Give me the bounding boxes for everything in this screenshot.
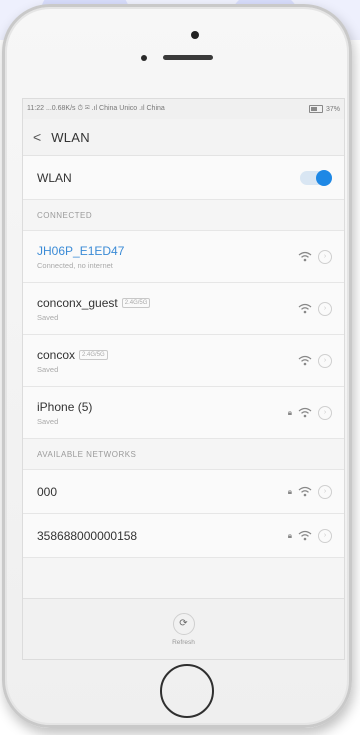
network-status: Saved (37, 364, 59, 374)
battery-icon (308, 105, 323, 113)
status-right: 37% (308, 105, 340, 113)
network-text: concox 2.4G/5G Saved (37, 348, 108, 374)
network-text: iPhone (5) Saved (37, 400, 92, 426)
wifi-signal-icon (298, 355, 312, 366)
network-details-icon[interactable]: › (318, 301, 332, 316)
wlan-toggle-switch[interactable] (300, 169, 332, 186)
network-row[interactable]: iPhone (5) Saved 🔒︎ › (23, 387, 344, 439)
network-name: 000 (37, 484, 58, 499)
network-status: Connected, no internet (37, 260, 113, 270)
network-row[interactable]: JH06P_E1ED47 Connected, no internet › (23, 231, 344, 283)
network-name-text: conconx_guest (37, 295, 118, 310)
network-name: JH06P_E1ED47 (37, 243, 125, 258)
wifi-signal-icon (298, 407, 312, 418)
proximity-sensor (141, 55, 147, 61)
wifi-signal-icon (298, 486, 312, 497)
wlan-toggle-label: WLAN (37, 170, 72, 185)
lock-icon: 🔒︎ (287, 407, 292, 417)
back-chevron-icon[interactable]: < (33, 129, 41, 145)
network-name: 358688000000158 (37, 528, 138, 543)
lock-icon: 🔒︎ (287, 530, 292, 540)
page-title: WLAN (51, 129, 90, 145)
toggle-knob (316, 169, 332, 186)
front-camera (191, 31, 199, 39)
lock-icon: 🔒︎ (287, 486, 292, 496)
section-header-connected: CONNECTED (23, 200, 344, 231)
wifi-signal-icon (298, 251, 312, 262)
network-name: iPhone (5) (37, 399, 93, 414)
refresh-icon[interactable]: ⟳ (172, 612, 195, 635)
network-icons: 🔒︎ › (287, 405, 332, 420)
bottom-action-bar: ⟳ Refresh (23, 598, 344, 659)
status-left: 11:22 ...0.68K/s ⏱ ✉ .ıl China Unico .ıl… (27, 105, 165, 112)
network-icons: 🔒︎ › (287, 484, 332, 499)
phone-screen: 11:22 ...0.68K/s ⏱ ✉ .ıl China Unico .ıl… (22, 98, 345, 660)
title-bar: < WLAN (23, 119, 344, 156)
home-button[interactable] (160, 664, 214, 718)
network-row[interactable]: 358688000000158 🔒︎ › (23, 514, 344, 558)
wlan-toggle-row[interactable]: WLAN (23, 156, 344, 200)
wifi-signal-icon (298, 530, 312, 541)
battery-level: 37% (325, 105, 340, 113)
network-details-icon[interactable]: › (318, 353, 332, 368)
status-bar: 11:22 ...0.68K/s ⏱ ✉ .ıl China Unico .ıl… (23, 99, 344, 119)
network-name: concox 2.4G/5G (37, 348, 108, 362)
network-row[interactable]: concox 2.4G/5G Saved › (23, 335, 344, 387)
network-name: conconx_guest 2.4G/5G (37, 295, 151, 310)
section-header-available: AVAILABLE NETWORKS (23, 439, 344, 470)
network-details-icon[interactable]: › (318, 249, 332, 264)
network-row[interactable]: conconx_guest 2.4G/5G Saved › (23, 283, 344, 335)
network-details-icon[interactable]: › (318, 484, 332, 499)
network-text: conconx_guest 2.4G/5G Saved (37, 295, 151, 322)
network-row[interactable]: 000 🔒︎ › (23, 470, 344, 514)
network-icons: › (298, 301, 332, 316)
network-icons: › (298, 249, 332, 264)
network-status: Saved (37, 312, 59, 322)
network-details-icon[interactable]: › (318, 405, 332, 420)
network-details-icon[interactable]: › (318, 528, 332, 543)
network-icons: › (298, 353, 332, 368)
network-text: JH06P_E1ED47 Connected, no internet (37, 244, 124, 270)
network-status: Saved (37, 416, 59, 426)
refresh-label: Refresh (172, 638, 195, 646)
band-badge: 2.4G/5G (121, 297, 151, 308)
network-name-text: concox (37, 347, 76, 362)
network-icons: 🔒︎ › (287, 528, 332, 543)
wifi-signal-icon (298, 303, 312, 314)
band-badge: 2.4G/5G (79, 349, 108, 360)
earpiece-speaker (163, 55, 213, 60)
